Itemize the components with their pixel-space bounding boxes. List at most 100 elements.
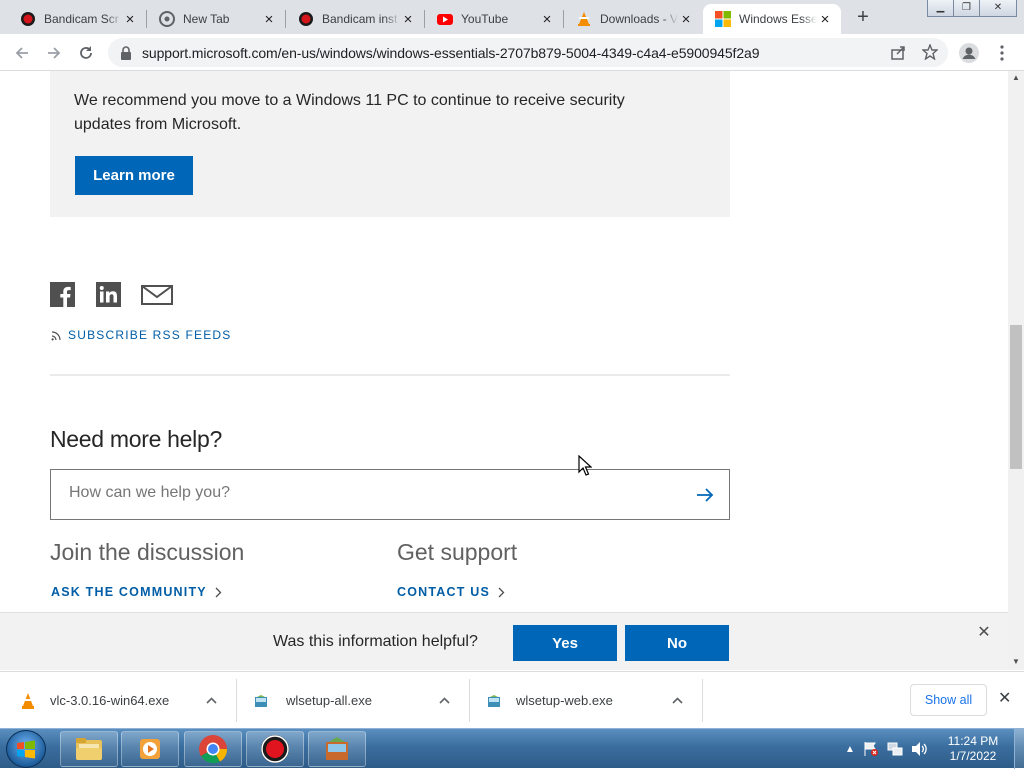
facebook-icon[interactable] xyxy=(50,282,75,307)
feedback-bar: Was this information helpful? Yes No ✕ xyxy=(0,612,1008,670)
scroll-down-arrow[interactable]: ▼ xyxy=(1012,657,1020,666)
folder-icon xyxy=(76,738,102,760)
chevron-up-icon[interactable] xyxy=(206,697,217,704)
clock-time: 11:24 PM xyxy=(947,734,999,748)
scroll-up-arrow[interactable]: ▲ xyxy=(1012,73,1020,82)
tab-bandicam-screen[interactable]: Bandicam Scr × xyxy=(8,4,146,34)
linkedin-icon[interactable] xyxy=(96,282,121,307)
learn-more-button[interactable]: Learn more xyxy=(75,156,193,195)
close-icon[interactable]: ✕ xyxy=(976,625,992,641)
help-search-box[interactable] xyxy=(50,469,730,520)
tab-windows-essentials[interactable]: Windows Esse × xyxy=(703,4,841,34)
mouse-cursor-icon xyxy=(578,455,592,476)
reload-icon xyxy=(80,46,92,59)
vlc-file-icon xyxy=(22,692,34,709)
show-desktop-button[interactable] xyxy=(1014,729,1024,769)
url-text[interactable]: support.microsoft.com/en-us/windows/wind… xyxy=(142,45,759,61)
join-discussion-heading: Join the discussion xyxy=(50,539,245,565)
download-filename: vlc-3.0.16-win64.exe xyxy=(50,693,170,708)
tab-downloads-vlc[interactable]: Downloads - V × xyxy=(564,4,702,34)
vlc-icon xyxy=(578,12,590,26)
close-icon[interactable]: × xyxy=(261,11,277,28)
start-button[interactable] xyxy=(6,730,46,768)
chrome-icon xyxy=(159,11,175,27)
restore-button[interactable]: ❐ xyxy=(953,0,980,17)
profile-button[interactable] xyxy=(957,41,981,65)
close-icon[interactable]: × xyxy=(122,11,138,28)
yes-button[interactable]: Yes xyxy=(513,625,617,661)
tab-title: Bandicam inst xyxy=(322,12,398,26)
tab-title: YouTube xyxy=(461,12,509,26)
rss-label: SUBSCRIBE RSS FEEDS xyxy=(68,328,232,342)
installer-file-icon xyxy=(255,694,267,707)
menu-button[interactable] xyxy=(990,41,1014,65)
bandicam-record-icon xyxy=(261,735,289,763)
lock-icon xyxy=(121,46,131,60)
taskbar: ▲ 11:24 PM 1/7/2022 xyxy=(0,728,1024,769)
no-button[interactable]: No xyxy=(625,625,729,661)
upgrade-banner: We recommend you move to a Windows 11 PC… xyxy=(50,71,730,217)
feedback-question: Was this information helpful? xyxy=(273,633,478,650)
taskbar-media-player[interactable] xyxy=(121,731,179,767)
share-icon[interactable] xyxy=(890,45,906,61)
tab-title: Windows Esse xyxy=(739,12,817,26)
clock-date: 1/7/2022 xyxy=(949,749,997,763)
taskbar-bandicam[interactable] xyxy=(246,731,304,767)
scrollbar[interactable]: ▲ ▼ xyxy=(1008,71,1024,670)
taskbar-installer[interactable] xyxy=(308,731,366,767)
close-window-button[interactable]: ✕ xyxy=(979,0,1017,17)
close-icon[interactable]: × xyxy=(817,11,833,28)
browser-toolbar: support.microsoft.com/en-us/windows/wind… xyxy=(0,34,1024,71)
tab-bandicam-install[interactable]: Bandicam inst × xyxy=(286,4,424,34)
network-icon[interactable] xyxy=(887,741,903,757)
download-item[interactable]: vlc-3.0.16-win64.exe xyxy=(0,672,236,729)
download-item[interactable]: wlsetup-all.exe xyxy=(237,672,469,729)
close-icon[interactable]: × xyxy=(678,11,694,28)
taskbar-clock[interactable]: 11:24 PM 1/7/2022 xyxy=(935,734,1011,764)
taskbar-explorer[interactable] xyxy=(60,731,118,767)
profile-avatar-icon xyxy=(959,43,979,63)
bookmark-star-icon[interactable] xyxy=(922,44,938,60)
minimize-button[interactable]: ▁ xyxy=(927,0,954,17)
email-icon[interactable] xyxy=(141,285,173,305)
tab-title: New Tab xyxy=(183,12,230,26)
download-item[interactable]: wlsetup-web.exe xyxy=(470,672,702,729)
recommend-text: We recommend you move to a Windows 11 PC… xyxy=(74,92,625,133)
tab-title: Downloads - V xyxy=(600,12,678,26)
tab-new-tab[interactable]: New Tab × xyxy=(147,4,285,34)
download-filename: wlsetup-all.exe xyxy=(286,693,372,708)
back-button[interactable] xyxy=(10,41,34,65)
arrow-left-icon xyxy=(15,47,28,59)
rss-icon xyxy=(51,331,61,341)
forward-button[interactable] xyxy=(42,41,66,65)
ask-community-link[interactable]: ASK THE COMMUNITY xyxy=(51,585,222,599)
arrow-right-icon[interactable] xyxy=(695,485,715,505)
contact-us-link[interactable]: CONTACT US xyxy=(397,585,505,599)
chevron-up-icon[interactable] xyxy=(439,697,450,704)
windows-logo-icon xyxy=(17,740,35,759)
subscribe-rss-link[interactable]: SUBSCRIBE RSS FEEDS xyxy=(51,328,232,342)
tab-youtube[interactable]: YouTube × xyxy=(425,4,563,34)
contact-us-label: CONTACT US xyxy=(397,585,491,599)
reload-button[interactable] xyxy=(74,41,98,65)
help-search-input[interactable] xyxy=(69,484,669,502)
scrollbar-thumb[interactable] xyxy=(1010,325,1022,469)
close-icon[interactable]: ✕ xyxy=(998,691,1011,707)
show-all-button[interactable]: Show all xyxy=(910,684,987,716)
divider xyxy=(50,374,730,376)
address-bar[interactable]: support.microsoft.com/en-us/windows/wind… xyxy=(108,38,948,67)
chrome-icon xyxy=(199,735,228,764)
need-help-heading: Need more help? xyxy=(50,426,222,452)
download-filename: wlsetup-web.exe xyxy=(516,693,613,708)
new-tab-button[interactable]: + xyxy=(852,7,874,29)
volume-icon[interactable] xyxy=(911,741,929,757)
installer-file-icon xyxy=(488,694,500,707)
download-shelf: vlc-3.0.16-win64.exe wlsetup-all.exe wls… xyxy=(0,671,1024,728)
close-icon[interactable]: × xyxy=(400,11,416,28)
close-icon[interactable]: × xyxy=(539,11,555,28)
action-center-flag-icon[interactable] xyxy=(863,741,879,757)
taskbar-chrome[interactable] xyxy=(184,731,242,767)
installer-icon xyxy=(326,737,348,760)
chevron-up-icon[interactable] xyxy=(672,697,683,704)
show-hidden-icons-icon[interactable]: ▲ xyxy=(845,744,855,755)
